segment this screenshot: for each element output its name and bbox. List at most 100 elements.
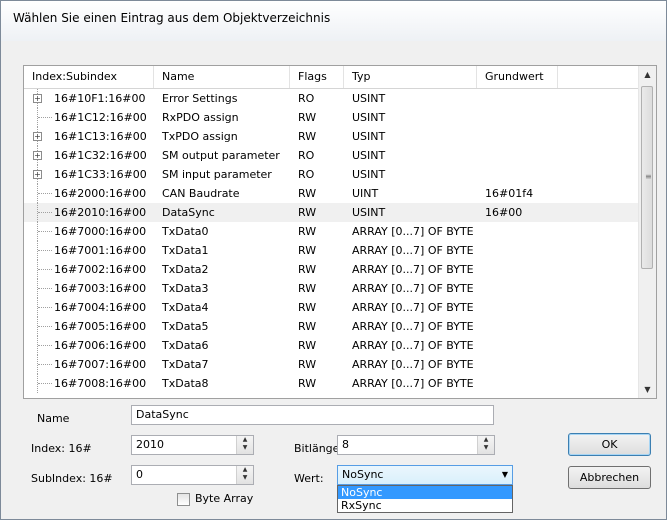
cell-flags: RW <box>298 111 317 124</box>
table-row[interactable]: 16#7008:16#00 TxData8 RW ARRAY [0...7] OF B… <box>24 374 639 393</box>
tree-branch-line <box>38 250 52 252</box>
cell-type: ARRAY [0...7] OF BYTE <box>352 225 474 238</box>
scroll-up-arrow-icon[interactable]: ▲ <box>639 66 656 83</box>
table-row[interactable]: 16#7005:16#00 TxData5 RW ARRAY [0...7] OF B… <box>24 317 639 336</box>
table-row[interactable]: 16#7000:16#00 TxData0 RW ARRAY [0...7] OF B… <box>24 222 639 241</box>
byte-array-checkbox[interactable] <box>177 493 190 506</box>
cell-flags: RW <box>298 263 317 276</box>
vertical-scrollbar[interactable]: ▲ ≡ ▼ <box>638 66 656 398</box>
cell-type: ARRAY [0...7] OF BYTE <box>352 377 474 390</box>
cell-name: TxData5 <box>162 320 209 333</box>
cell-index: 16#7003:16#00 <box>54 282 147 295</box>
dropdown-arrow-icon: ▼ <box>501 470 508 479</box>
table-row[interactable]: +16#1C32:16#00 SM output parameter RO USINT <box>24 146 639 165</box>
value-dropdown[interactable]: NoSync ▼ <box>337 465 513 485</box>
table-row[interactable]: 16#7001:16#00 TxData1 RW ARRAY [0...7] OF B… <box>24 241 639 260</box>
cell-name: TxPDO assign <box>162 130 238 143</box>
cell-name: TxData4 <box>162 301 209 314</box>
table-row[interactable]: 16#2000:16#00 CAN Baudrate RW UINT 16#01f4 <box>24 184 639 203</box>
subindex-spin-icon[interactable]: ▲ ▼ <box>236 466 253 484</box>
index-field[interactable]: 2010 ▲ ▼ <box>131 435 254 455</box>
cancel-button[interactable]: Abbrechen <box>568 466 651 489</box>
ok-button[interactable]: OK <box>568 433 651 456</box>
bitlength-field[interactable]: 8 ▲ ▼ <box>337 435 495 455</box>
table-row[interactable]: 16#7003:16#00 TxData3 RW ARRAY [0...7] OF B… <box>24 279 639 298</box>
cell-name: TxData3 <box>162 282 209 295</box>
table-row[interactable]: 16#7006:16#00 TxData6 RW ARRAY [0...7] OF B… <box>24 336 639 355</box>
list-rows: +16#10F1:16#00 Error Settings RO USINT 16#1C… <box>24 89 639 393</box>
subindex-field[interactable]: 0 ▲ ▼ <box>131 465 254 485</box>
title-bar: Wählen Sie einen Eintrag aus dem Objektv… <box>1 1 666 41</box>
table-row[interactable]: 16#1C12:16#00 RxPDO assign RW USINT <box>24 108 639 127</box>
table-row[interactable]: +16#1C33:16#00 SM input parameter RO USINT <box>24 165 639 184</box>
plus-expander-icon[interactable]: + <box>33 132 42 141</box>
index-label: Index: 16# <box>31 442 92 455</box>
cell-type: ARRAY [0...7] OF BYTE <box>352 320 474 333</box>
table-row[interactable]: 16#7004:16#00 TxData4 RW ARRAY [0...7] OF B… <box>24 298 639 317</box>
cell-index: 16#10F1:16#00 <box>54 92 146 105</box>
cell-index: 16#7000:16#00 <box>54 225 147 238</box>
index-spin-icon[interactable]: ▲ ▼ <box>236 436 253 454</box>
value-selected: NoSync <box>342 468 384 481</box>
tree-branch-line <box>38 364 52 366</box>
cell-flags: RW <box>298 244 317 257</box>
cell-index: 16#1C32:16#00 <box>54 149 147 162</box>
plus-expander-icon[interactable]: + <box>33 94 42 103</box>
plus-expander-icon[interactable]: + <box>33 151 42 160</box>
scroll-thumb[interactable]: ≡ <box>641 86 653 269</box>
object-directory-dialog: Wählen Sie einen Eintrag aus dem Objektv… <box>0 0 667 520</box>
name-field[interactable]: DataSync <box>131 405 494 425</box>
tree-branch-line <box>38 288 52 290</box>
cell-index: 16#7007:16#00 <box>54 358 147 371</box>
table-row[interactable]: 16#7002:16#00 TxData2 RW ARRAY [0...7] OF B… <box>24 260 639 279</box>
cell-type: USINT <box>352 130 386 143</box>
tree-branch-line <box>38 383 52 385</box>
table-row[interactable]: +16#10F1:16#00 Error Settings RO USINT <box>24 89 639 108</box>
tree-branch-line <box>38 212 52 214</box>
table-row[interactable]: 16#2010:16#00 DataSync RW USINT 16#00 <box>24 203 639 222</box>
tree-branch-line <box>38 269 52 271</box>
cell-flags: RW <box>298 320 317 333</box>
dropdown-option[interactable]: RxSync <box>338 499 512 512</box>
tree-branch-line <box>38 326 52 328</box>
bitlength-value: 8 <box>342 438 349 451</box>
table-row[interactable]: 16#7007:16#00 TxData7 RW ARRAY [0...7] OF B… <box>24 355 639 374</box>
object-list[interactable]: Index:Subindex Name Flags Typ Grundwert … <box>23 65 657 399</box>
dropdown-option[interactable]: NoSync <box>338 486 512 499</box>
cell-type: ARRAY [0...7] OF BYTE <box>352 282 474 295</box>
tree-branch-line <box>38 193 52 195</box>
cell-name: SM input parameter <box>162 168 272 181</box>
cell-type: ARRAY [0...7] OF BYTE <box>352 263 474 276</box>
scroll-down-arrow-icon[interactable]: ▼ <box>639 381 656 398</box>
cell-name: TxData2 <box>162 263 209 276</box>
cell-flags: RW <box>298 206 317 219</box>
bitlength-spin-icon[interactable]: ▲ ▼ <box>477 436 494 454</box>
column-header-index[interactable]: Index:Subindex <box>24 66 154 88</box>
value-label: Wert: <box>294 472 324 485</box>
cell-name: TxData6 <box>162 339 209 352</box>
list-header: Index:Subindex Name Flags Typ Grundwert <box>24 66 639 89</box>
name-label: Name <box>37 412 70 425</box>
cell-name: CAN Baudrate <box>162 187 240 200</box>
cell-type: USINT <box>352 92 386 105</box>
cell-index: 16#1C33:16#00 <box>54 168 147 181</box>
value-dropdown-list: NoSync RxSync <box>337 485 513 513</box>
cell-name: SM output parameter <box>162 149 280 162</box>
cell-index: 16#7004:16#00 <box>54 301 147 314</box>
column-header-name[interactable]: Name <box>154 66 290 88</box>
cell-type: USINT <box>352 206 386 219</box>
tree-branch-line <box>38 231 52 233</box>
cell-flags: RW <box>298 377 317 390</box>
table-row[interactable]: +16#1C13:16#00 TxPDO assign RW USINT <box>24 127 639 146</box>
plus-expander-icon[interactable]: + <box>33 170 42 179</box>
bitlength-label: Bitlänge: <box>294 442 344 455</box>
cell-type: USINT <box>352 149 386 162</box>
cell-flags: RW <box>298 225 317 238</box>
column-header-flags[interactable]: Flags <box>290 66 344 88</box>
cell-index: 16#2000:16#00 <box>54 187 147 200</box>
cell-index: 16#7001:16#00 <box>54 244 147 257</box>
subindex-value: 0 <box>136 468 143 481</box>
cell-type: USINT <box>352 111 386 124</box>
column-header-default[interactable]: Grundwert <box>477 66 558 88</box>
column-header-type[interactable]: Typ <box>344 66 477 88</box>
